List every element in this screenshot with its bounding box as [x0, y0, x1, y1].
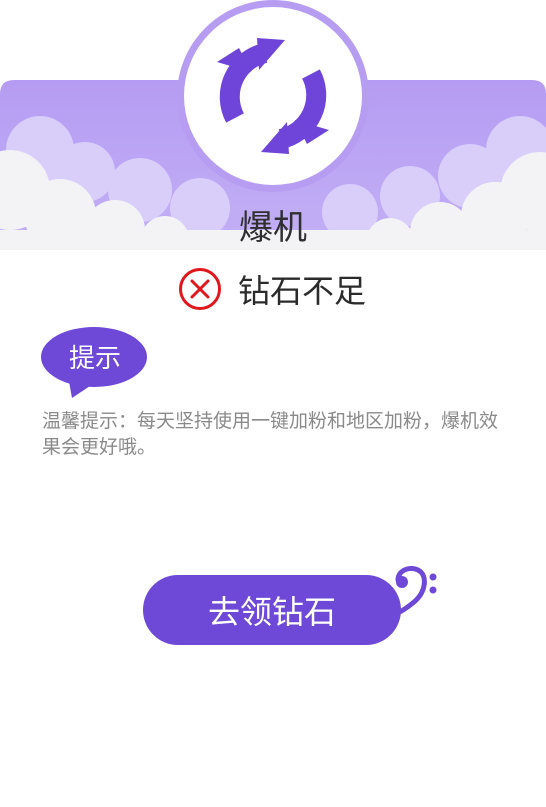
status-message: 钻石不足 [238, 272, 367, 310]
tip-message: 温馨提示：每天坚持使用一键加粉和地区加粉，爆机效果会更好哦。 [42, 410, 499, 458]
tip-label: 提示 [68, 344, 121, 374]
diamond-shortage-page: 爆机 钻石不足 提示 温馨提示：每天坚持使用一键加粉和地区加粉，爆机效果会更好哦… [0, 0, 546, 807]
refresh-icon [177, 0, 369, 192]
close-circle-icon [179, 268, 221, 310]
logo-badge [177, 0, 369, 192]
page-title: 爆机 [239, 208, 307, 248]
claim-diamonds-button[interactable]: 去领钻石 [143, 575, 401, 645]
bass-clef-icon [392, 566, 437, 617]
status-row: 钻石不足 [178, 266, 366, 312]
